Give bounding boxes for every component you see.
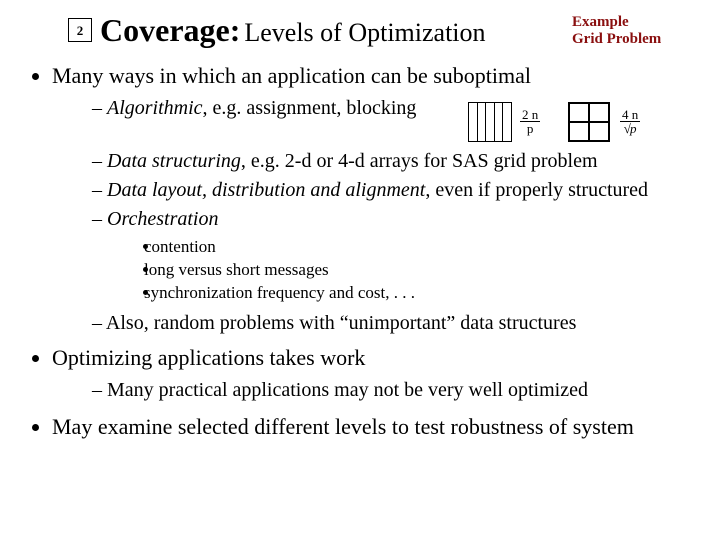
slide: 2 Coverage: Levels of Optimization Examp… [0, 0, 720, 540]
page-number-box: 2 [68, 18, 92, 42]
bullet-data-layout: Data layout, distribution and alignment,… [92, 178, 696, 203]
example-label-line1: Example [572, 14, 702, 31]
em: Data layout, distribution and alignment [107, 179, 425, 201]
bullet-contention: contention [160, 236, 696, 257]
example-label: Example Grid Problem [572, 14, 702, 47]
bullet-random-problems: Also, random problems with “unimportant”… [92, 311, 696, 336]
bullet-list-l2b: Data structuring, e.g. 2-d or 4-d arrays… [52, 149, 696, 337]
text: Optimizing applications takes work [52, 345, 365, 370]
em: Data structuring [107, 150, 241, 172]
em: Algorithmic [107, 97, 203, 119]
em: Orchestration [107, 208, 218, 230]
title-sub: Levels of Optimization [244, 18, 485, 47]
text: , e.g. 2-d or 4-d arrays for SAS grid pr… [241, 150, 598, 172]
bullet-messages: long versus short messages [160, 259, 696, 280]
example-label-line2: Grid Problem [572, 31, 702, 48]
title-main: Coverage: [100, 12, 240, 48]
bullet-suboptimal: Many ways in which an application can be… [52, 62, 696, 336]
bullet-list-l3: contention long versus short messages sy… [108, 236, 696, 304]
text: , e.g. assignment, blocking [203, 97, 417, 119]
bullet-orchestration: Orchestration contention long versus sho… [92, 207, 696, 304]
page-number: 2 [77, 24, 84, 37]
bullet-data-structuring: Data structuring, e.g. 2-d or 4-d arrays… [92, 149, 696, 174]
bullet-practical-apps: Many practical applications may not be v… [92, 378, 696, 403]
bullet-list-l1: Many ways in which an application can be… [24, 62, 696, 440]
bullet-sync: synchronization frequency and cost, . . … [160, 282, 696, 303]
text: Many ways in which an application can be… [52, 63, 531, 88]
bullet-algorithmic: Algorithmic, e.g. assignment, blocking [92, 96, 696, 121]
bullet-optimizing-work: Optimizing applications takes work Many … [52, 344, 696, 403]
text: , even if properly structured [425, 179, 648, 201]
slide-body: Many ways in which an application can be… [24, 62, 696, 448]
bullet-list-l2: Algorithmic, e.g. assignment, blocking [52, 96, 696, 121]
bullet-examine-levels: May examine selected different levels to… [52, 413, 696, 441]
bullet-list-l2c: Many practical applications may not be v… [52, 378, 696, 403]
